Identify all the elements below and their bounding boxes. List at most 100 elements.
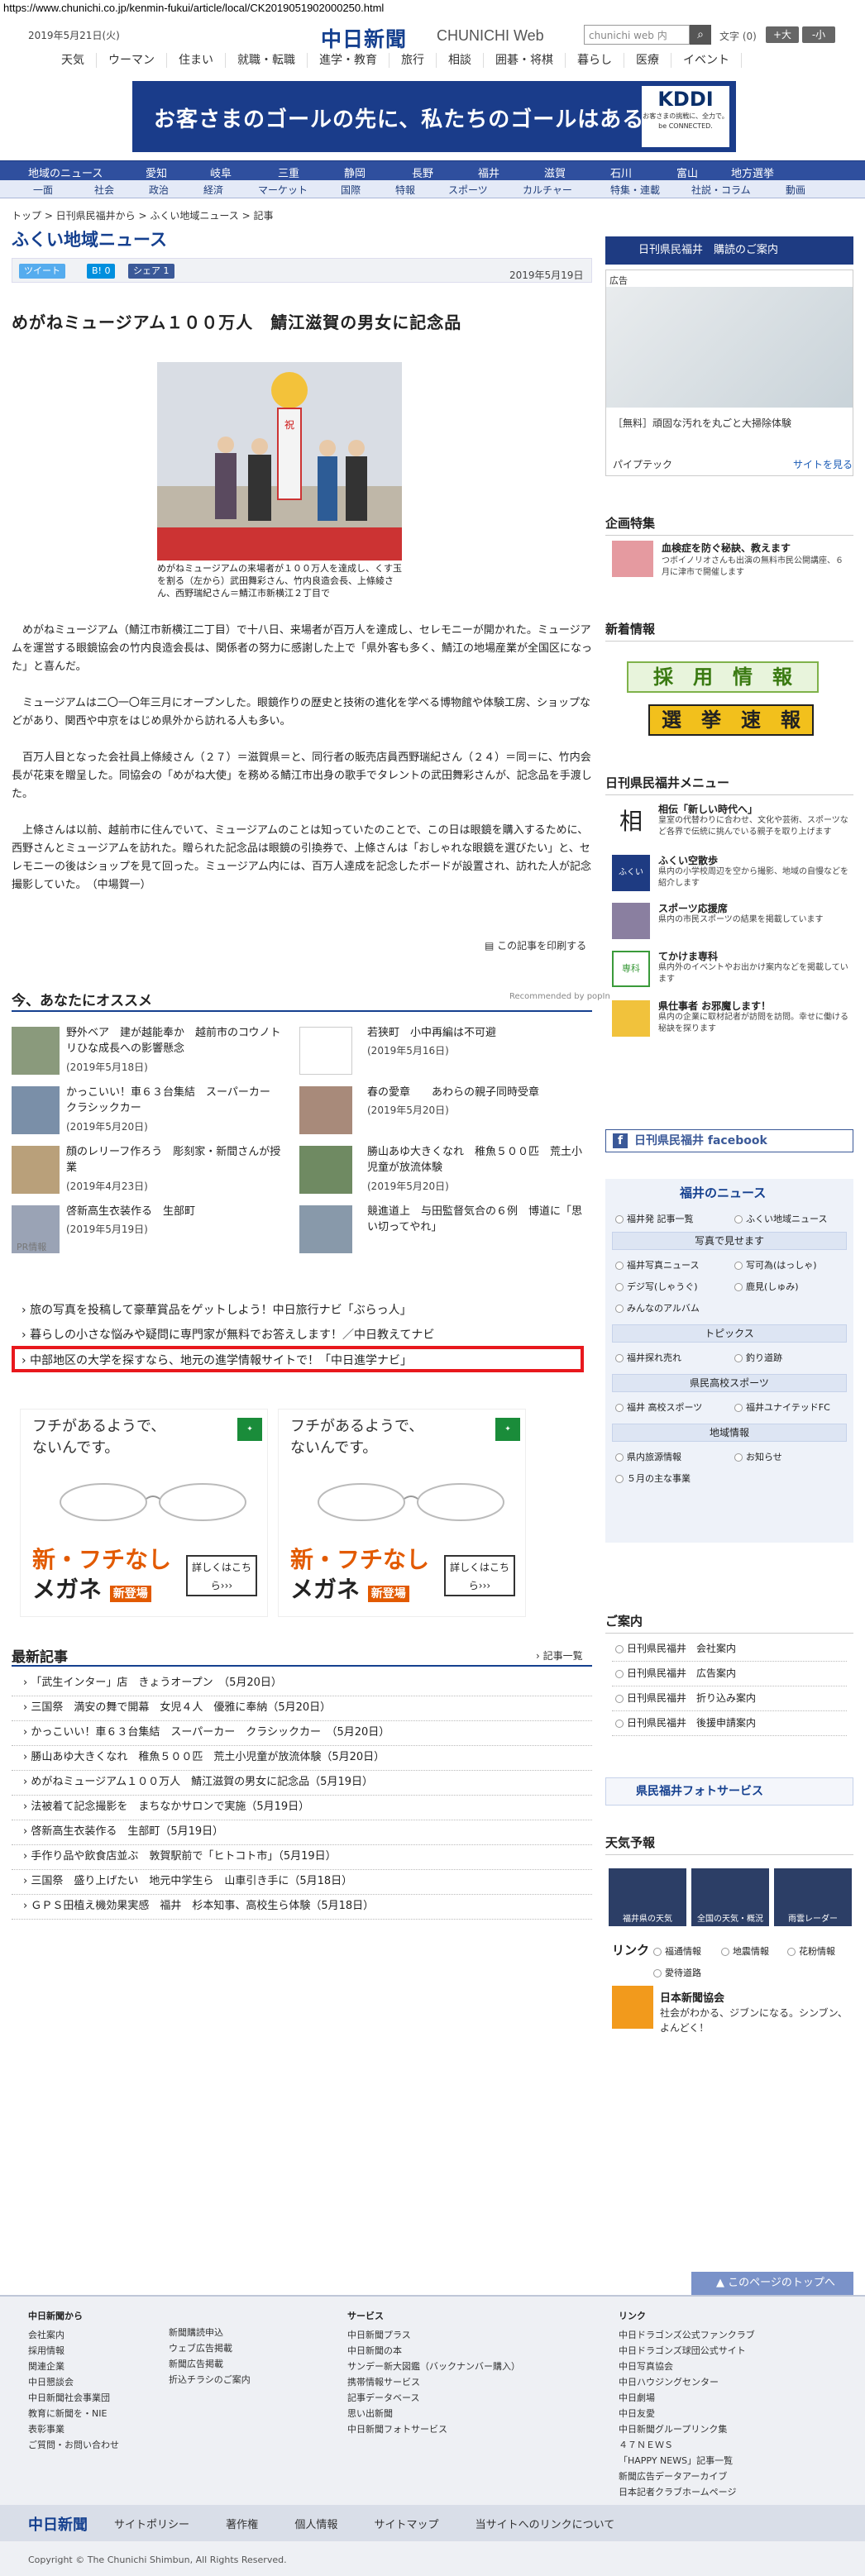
menu-item[interactable]: 専科 てかけま専科 県内外のイベントやお出かけ案内などを掲載しています <box>605 947 853 990</box>
menu-item[interactable]: 県仕事者 お邪魔します！ 県内の企業に取材記者が訪問を訪問。幸せに働ける秘訣を探… <box>605 997 853 1040</box>
region-nav-item[interactable]: 岐阜 <box>210 165 232 180</box>
footer-link[interactable]: 中日新聞の本 <box>347 2343 520 2359</box>
footer-link[interactable]: 中日新聞フォトサービス <box>347 2421 520 2437</box>
area-link[interactable]: 県内旅源情報 <box>615 1450 681 1463</box>
category-nav-item[interactable]: 一面 <box>33 183 53 197</box>
link-item[interactable]: 福通情報 <box>653 1944 701 1958</box>
font-down-button[interactable]: -小 <box>802 26 835 43</box>
footer-link[interactable]: 記事データベース <box>347 2390 520 2406</box>
category-nav-item[interactable]: 特集・連載 <box>610 183 660 197</box>
nihon-shinbun-logo[interactable] <box>612 1986 653 2029</box>
footer-link[interactable]: ウェブ広告掲載 <box>169 2340 251 2356</box>
photo-link[interactable]: 鹿見(しゅみ) <box>734 1280 799 1293</box>
photo-link[interactable]: 写可為(はっしゃ) <box>734 1258 817 1271</box>
top-banner-ad[interactable]: お客さまのゴールの先に、私たちのゴールはある。 KDDI お客さまの挑戦に、全力… <box>132 81 736 152</box>
footer-link[interactable]: 新聞購読申込 <box>169 2325 251 2340</box>
footer-link[interactable]: 表彰事業 <box>28 2421 119 2437</box>
region-nav-item[interactable]: 静岡 <box>344 165 366 180</box>
recommend-item[interactable]: 春の愛章 あわらの親子同時受章 (2019年5月20日) <box>299 1083 581 1138</box>
recommend-item[interactable]: 勝山あゆ大きくなれ 稚魚５００匹 荒土小児童が放流体験 (2019年5月20日) <box>299 1143 582 1197</box>
glasses-ad-cta[interactable]: 詳しくはこちら››› <box>444 1555 515 1596</box>
page-top-button[interactable]: ▲ このページのトップへ <box>691 2272 853 2295</box>
recommend-item-title[interactable]: 啓新高生衣装作る 生部町 <box>66 1204 289 1219</box>
region-nav-item[interactable]: 滋賀 <box>544 165 566 180</box>
pr-link[interactable]: › 中部地区の大学を探すなら、地元の進学情報サイトで！「中日進学ナビ」 <box>22 1352 412 1368</box>
fukui-news-link[interactable]: 福井発 記事一覧 <box>615 1212 694 1225</box>
recommend-item[interactable]: 若狭町 小中再編は不可避 (2019年5月16日) <box>299 1023 581 1078</box>
menu-item[interactable]: スポーツ応援席 県内の市民スポーツの結果を掲載しています <box>605 899 853 942</box>
url-bar[interactable]: https://www.chunichi.co.jp/kenmin-fukui/… <box>0 0 865 18</box>
facebook-link[interactable]: f 日刊県民福井 facebook <box>605 1129 853 1152</box>
latest-item[interactable]: › 啓新高生衣装作る 生部町（5月19日） <box>12 1820 592 1845</box>
print-link[interactable]: ▤ この記事を印刷する <box>485 938 586 952</box>
footer-link[interactable]: 中日ドラゴンズ球団公式サイト <box>619 2343 755 2359</box>
weather-national-button[interactable]: 全国の天気・概況 <box>691 1868 769 1926</box>
region-nav-item[interactable]: 三重 <box>278 165 299 180</box>
footer-bottom-link[interactable]: 当サイトへのリンクについて <box>476 2519 615 2531</box>
category-nav-item[interactable]: 特報 <box>395 183 415 197</box>
recommend-item[interactable]: 顔のレリーフ作ろう 彫刻家・新間さんが授業 (2019年4月23日) <box>12 1143 293 1197</box>
sidebar-ad[interactable]: 広告 ［無料］頑固な汚れを丸ごと大掃除体験 パイプテック サイトを見る <box>605 270 853 476</box>
footer-link[interactable]: 中日ハウジングセンター <box>619 2374 755 2390</box>
kikaku-item[interactable]: 血検症を防ぐ秘訣、教えます <box>662 541 791 555</box>
latest-item[interactable]: › 手作り品や飲食店並ぶ 敦賀駅前で「ヒトコト市」（5月19日） <box>12 1845 592 1870</box>
footer-link[interactable]: 携帯情報サービス <box>347 2374 520 2390</box>
footer-link[interactable]: ご質問・お問い合わせ <box>28 2437 119 2453</box>
search-input[interactable]: chunichi web 内 <box>584 25 690 45</box>
footer-link[interactable]: 思い出新聞 <box>347 2406 520 2421</box>
top-nav-item[interactable]: 医療 <box>624 53 671 68</box>
footer-link[interactable]: 中日劇場 <box>619 2390 755 2406</box>
top-nav-item[interactable]: 住まい <box>167 53 226 68</box>
top-nav-item[interactable]: 就職・転職 <box>226 53 308 68</box>
category-nav-item[interactable]: カルチャー <box>523 183 572 197</box>
footer-link[interactable]: 中日懇談会 <box>28 2374 119 2390</box>
latest-item[interactable]: › 三国祭 盛り上げたい 地元中学生ら 山車引き手に（5月18日） <box>12 1870 592 1895</box>
category-nav-item[interactable]: 社説・コラム <box>691 183 751 197</box>
latest-item[interactable]: › 「武生インター」店 きょうオープン （5月20日） <box>12 1672 592 1696</box>
recommend-item-title[interactable]: 顔のレリーフ作ろう 彫刻家・新間さんが授業 <box>66 1144 289 1176</box>
latest-item[interactable]: › 三国祭 満安の舞で開幕 女児４人 優雅に奉納（5月20日） <box>12 1696 592 1721</box>
rain-radar-button[interactable]: 雨雲レーダー <box>774 1868 852 1926</box>
pr-link[interactable]: › 暮らしの小さな悩みや疑問に専門家が無料でお答えします！／中日教えてナビ <box>22 1326 434 1343</box>
menu-item[interactable]: ふくい ふくい空散歩 県内の小学校周辺を空から撮影、地域の自慢などを紹介します <box>605 852 853 894</box>
sports-link[interactable]: 福井ユナイテッドFC <box>734 1400 830 1414</box>
footer-link[interactable]: 関連企業 <box>28 2359 119 2374</box>
region-nav-item[interactable]: 富山 <box>676 165 698 180</box>
breadcrumb[interactable]: トップ > 日刊県民福井から > ふくい地域ニュース > 記事 <box>12 208 273 222</box>
site-logo-web[interactable]: CHUNICHI Web <box>437 27 544 45</box>
latest-item[interactable]: › かっこいい！車６３台集結 スーパーカー クラシックカー （5月20日） <box>12 1721 592 1746</box>
area-link[interactable]: お知らせ <box>734 1450 782 1463</box>
facebook-share-button[interactable]: シェア 1 <box>128 264 174 279</box>
search-button[interactable]: ⌕ <box>690 25 711 45</box>
top-nav-item[interactable]: 天気 <box>50 53 97 68</box>
recommend-item[interactable]: かっこいい！車６３台集結 スーパーカー クラシックカー (2019年5月20日) <box>12 1083 293 1138</box>
footer-link[interactable]: 中日新聞プラス <box>347 2327 520 2343</box>
recommend-item[interactable]: 野外ベア 建が越能奉か 越前市のコウノトリひな成長への影響懸念 (2019年5月… <box>12 1023 293 1078</box>
footer-link[interactable]: 「HAPPY NEWS」記事一覧 <box>619 2453 755 2469</box>
footer-bottom-link[interactable]: サイトポリシー <box>114 2519 189 2531</box>
category-nav-item[interactable]: 国際 <box>341 183 361 197</box>
site-logo[interactable]: 中日新聞 <box>321 23 407 53</box>
footer-link[interactable]: 採用情報 <box>28 2343 119 2359</box>
footer-bottom-link[interactable]: 個人情報 <box>294 2519 337 2531</box>
footer-link[interactable]: サンデー新大図鑑（バックナンバー購入） <box>347 2359 520 2374</box>
recommend-item-title[interactable]: 春の愛章 あわらの親子同時受章 <box>367 1085 590 1100</box>
photo-link[interactable]: デジ写(しゃうぐ) <box>615 1280 698 1293</box>
photo-service-banner[interactable]: 県民福井フォトサービス <box>605 1777 853 1806</box>
photo-link[interactable]: みんなのアルバム <box>615 1301 700 1314</box>
weather-fukui-button[interactable]: 福井県の天気 <box>609 1868 686 1926</box>
latest-item[interactable]: › めがねミュージアム１００万人 鯖江滋賀の男女に記念品（5月19日） <box>12 1771 592 1796</box>
category-nav-item[interactable]: 動画 <box>786 183 805 197</box>
recommend-by[interactable]: Recommended by popIn <box>509 992 610 1001</box>
footer-logo[interactable]: 中日新聞 <box>28 2513 88 2535</box>
footer-link[interactable]: 中日新聞グループリンク集 <box>619 2421 755 2437</box>
recommend-item-title[interactable]: 競進道上 与田監督気合の６例 博道に「思い切ってやれ」 <box>367 1204 590 1235</box>
footer-bottom-link[interactable]: 著作権 <box>226 2519 258 2531</box>
category-nav-item[interactable]: スポーツ <box>448 183 488 197</box>
region-nav-item[interactable]: 地域のニュース <box>28 165 103 180</box>
annai-link[interactable]: 日刊県民福井 折り込み案内 <box>612 1686 847 1711</box>
footer-link[interactable]: 中日友愛 <box>619 2406 755 2421</box>
footer-link[interactable]: 折込チラシのご案内 <box>169 2372 251 2388</box>
top-nav-item[interactable]: 進学・教育 <box>308 53 389 68</box>
top-nav-item[interactable]: 囲碁・将棋 <box>484 53 566 68</box>
